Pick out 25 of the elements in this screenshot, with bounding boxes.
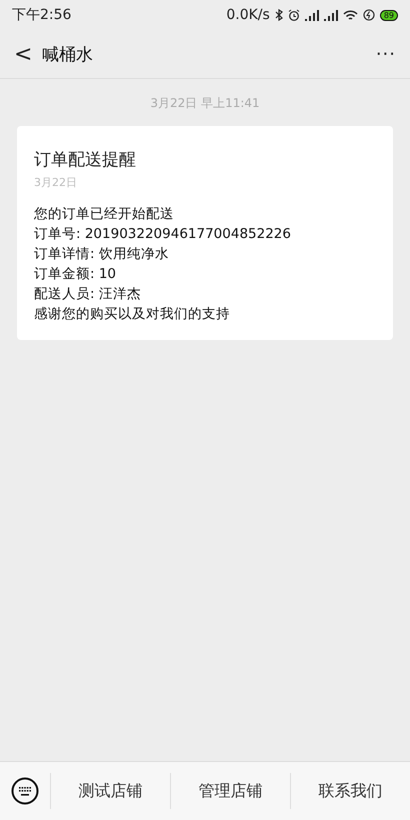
bluetooth-icon — [274, 9, 283, 21]
message-line: 配送人员: 汪洋杰 — [34, 286, 141, 302]
charging-icon — [362, 9, 375, 21]
chat-title: 喊桶水 — [42, 44, 94, 66]
back-button[interactable]: < — [14, 42, 42, 66]
alarm-icon — [288, 9, 300, 21]
message-line: 您的订单已经开始配送 — [34, 206, 174, 222]
menu-button[interactable]: 测试店铺 — [50, 773, 170, 809]
more-button[interactable]: ··· — [376, 44, 396, 64]
signal-icon — [324, 10, 338, 20]
menu-button[interactable]: 管理店铺 — [170, 773, 290, 809]
wifi-icon — [342, 10, 358, 20]
battery-level: 89 — [380, 10, 398, 20]
keyboard-icon[interactable] — [11, 777, 39, 805]
message-line: 订单号: 201903220946177004852226 — [34, 226, 291, 242]
network-speed: 0.0K/s — [226, 7, 270, 23]
message-line: 订单详情: 饮用纯净水 — [34, 246, 169, 262]
signal-icon — [304, 10, 319, 20]
menu-button[interactable]: 联系我们 — [290, 773, 410, 809]
status-time: 下午2:56 — [12, 6, 72, 24]
message-timestamp: 3月22日 早上11:41 — [150, 96, 260, 110]
card-date: 3月22日 — [34, 176, 77, 189]
message-line: 订单金额: 10 — [34, 266, 116, 282]
message-line: 感谢您的购买以及对我们的支持 — [34, 306, 230, 322]
card-title: 订单配送提醒 — [34, 150, 136, 170]
